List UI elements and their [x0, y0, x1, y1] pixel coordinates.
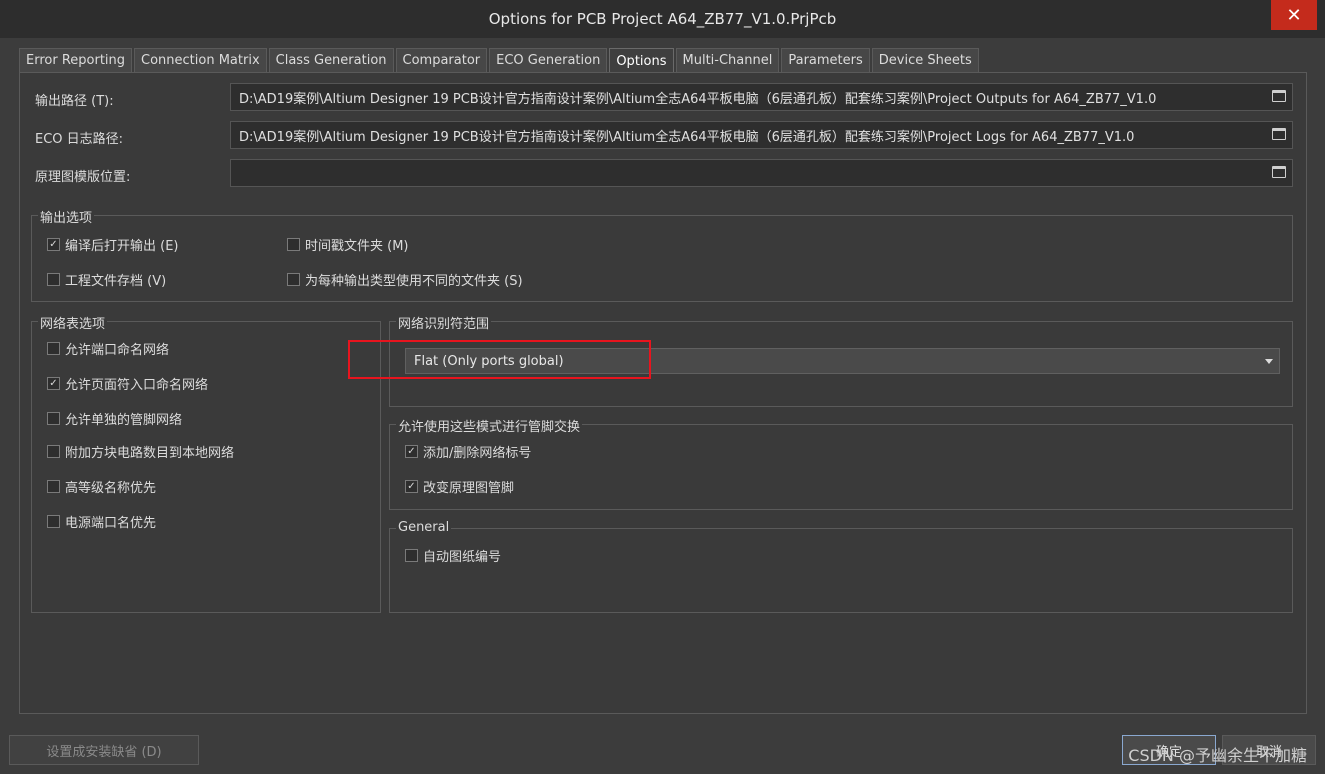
checkbox-label: 允许端口命名网络	[65, 343, 170, 358]
checkbox-label: 允许单独的管脚网络	[65, 413, 183, 428]
checkbox-box	[47, 412, 60, 425]
checkbox-box	[287, 273, 300, 286]
pin-swap-title: 允许使用这些模式进行管脚交换	[396, 416, 583, 435]
close-button[interactable]: ✕	[1271, 0, 1317, 30]
watermark-text: CSDN @予幽余生不加糖	[1128, 746, 1307, 765]
output-path-label: 输出路径 (T):	[35, 94, 114, 109]
checkbox-label: 工程文件存档 (V)	[65, 274, 167, 289]
checkbox-label: 时间戳文件夹 (M)	[305, 239, 409, 254]
checkbox-power-port-names[interactable]: 电源端口名优先	[47, 512, 156, 531]
checkbox-ports-name-nets[interactable]: 允许端口命名网络	[47, 339, 169, 358]
close-icon: ✕	[1286, 4, 1302, 26]
title-bar: Options for PCB Project A64_ZB77_V1.0.Pr…	[0, 0, 1325, 38]
output-path-value: D:\AD19案例\Altium Designer 19 PCB设计官方指南设计…	[239, 91, 1157, 107]
checkbox-archive-project[interactable]: 工程文件存档 (V)	[47, 270, 166, 289]
checkbox-sheet-entries-name-nets[interactable]: ✓ 允许页面符入口命名网络	[47, 374, 208, 393]
template-field[interactable]	[230, 159, 1293, 187]
checkbox-box	[47, 445, 60, 458]
checkbox-higher-level-names[interactable]: 高等级名称优先	[47, 477, 156, 496]
folder-icon[interactable]	[1272, 166, 1286, 178]
checkbox-label: 允许页面符入口命名网络	[65, 378, 209, 393]
eco-log-value: D:\AD19案例\Altium Designer 19 PCB设计官方指南设计…	[239, 129, 1135, 145]
net-identifier-title: 网络识别符范围	[396, 313, 492, 332]
window-title: Options for PCB Project A64_ZB77_V1.0.Pr…	[488, 10, 837, 28]
tab-options[interactable]: Options	[609, 48, 674, 73]
tab-eco-generation[interactable]: ECO Generation	[489, 48, 608, 72]
checkbox-box	[47, 515, 60, 528]
output-path-field[interactable]: D:\AD19案例\Altium Designer 19 PCB设计官方指南设计…	[230, 83, 1293, 111]
netlist-options-title: 网络表选项	[38, 313, 108, 332]
checkbox-label: 自动图纸编号	[423, 550, 502, 565]
output-options-title: 输出选项	[38, 207, 95, 226]
checkbox-timestamp-folder[interactable]: 时间戳文件夹 (M)	[287, 235, 409, 254]
checkbox-auto-sheet-numbering[interactable]: 自动图纸编号	[405, 546, 501, 565]
checkbox-change-schematic-pins[interactable]: ✓ 改变原理图管脚	[405, 477, 514, 496]
chevron-down-icon	[1265, 359, 1273, 364]
output-options-group: 输出选项	[31, 207, 1293, 302]
checkbox-box: ✓	[47, 238, 60, 251]
tab-comparator[interactable]: Comparator	[395, 48, 488, 72]
template-label: 原理图模版位置:	[35, 170, 131, 185]
checkbox-label: 编译后打开输出 (E)	[65, 239, 179, 254]
checkbox-box	[47, 342, 60, 355]
checkbox-add-remove-net-labels[interactable]: ✓ 添加/删除网络标号	[405, 442, 531, 461]
checkbox-box: ✓	[405, 445, 418, 458]
set-default-button[interactable]: 设置成安装缺省 (D)	[9, 735, 199, 765]
tab-class-generation[interactable]: Class Generation	[268, 48, 394, 72]
tab-bar: Error Reporting Connection Matrix Class …	[19, 48, 981, 73]
checkbox-label: 高等级名称优先	[65, 481, 157, 496]
checkbox-label: 添加/删除网络标号	[423, 446, 532, 461]
checkbox-label: 改变原理图管脚	[423, 481, 515, 496]
checkbox-box: ✓	[47, 377, 60, 390]
tab-error-reporting[interactable]: Error Reporting	[19, 48, 133, 72]
folder-icon[interactable]	[1272, 128, 1286, 140]
checkbox-box	[47, 273, 60, 286]
tab-device-sheets[interactable]: Device Sheets	[871, 48, 979, 72]
tab-multi-channel[interactable]: Multi-Channel	[675, 48, 780, 72]
tab-parameters[interactable]: Parameters	[781, 48, 870, 72]
checkbox-box	[287, 238, 300, 251]
checkbox-label: 附加方块电路数目到本地网络	[65, 446, 235, 461]
checkbox-label: 电源端口名优先	[65, 516, 157, 531]
checkbox-separate-folders[interactable]: 为每种输出类型使用不同的文件夹 (S)	[287, 270, 523, 289]
checkbox-box	[405, 549, 418, 562]
annotation-highlight-box	[348, 340, 651, 379]
eco-log-field[interactable]: D:\AD19案例\Altium Designer 19 PCB设计官方指南设计…	[230, 121, 1293, 149]
netlist-options-group: 网络表选项	[31, 313, 381, 613]
general-group: General	[389, 520, 1293, 613]
checkbox-label: 为每种输出类型使用不同的文件夹 (S)	[305, 274, 523, 289]
tab-connection-matrix[interactable]: Connection Matrix	[134, 48, 267, 72]
checkbox-append-sheet-numbers[interactable]: 附加方块电路数目到本地网络	[47, 442, 234, 461]
folder-icon[interactable]	[1272, 90, 1286, 102]
general-title: General	[396, 520, 452, 535]
pin-swap-group: 允许使用这些模式进行管脚交换	[389, 416, 1293, 510]
checkbox-box	[47, 480, 60, 493]
checkbox-box: ✓	[405, 480, 418, 493]
checkbox-open-after-compile[interactable]: ✓ 编译后打开输出 (E)	[47, 235, 179, 254]
eco-log-label: ECO 日志路径:	[35, 132, 124, 147]
checkbox-single-pin-nets[interactable]: 允许单独的管脚网络	[47, 409, 182, 428]
